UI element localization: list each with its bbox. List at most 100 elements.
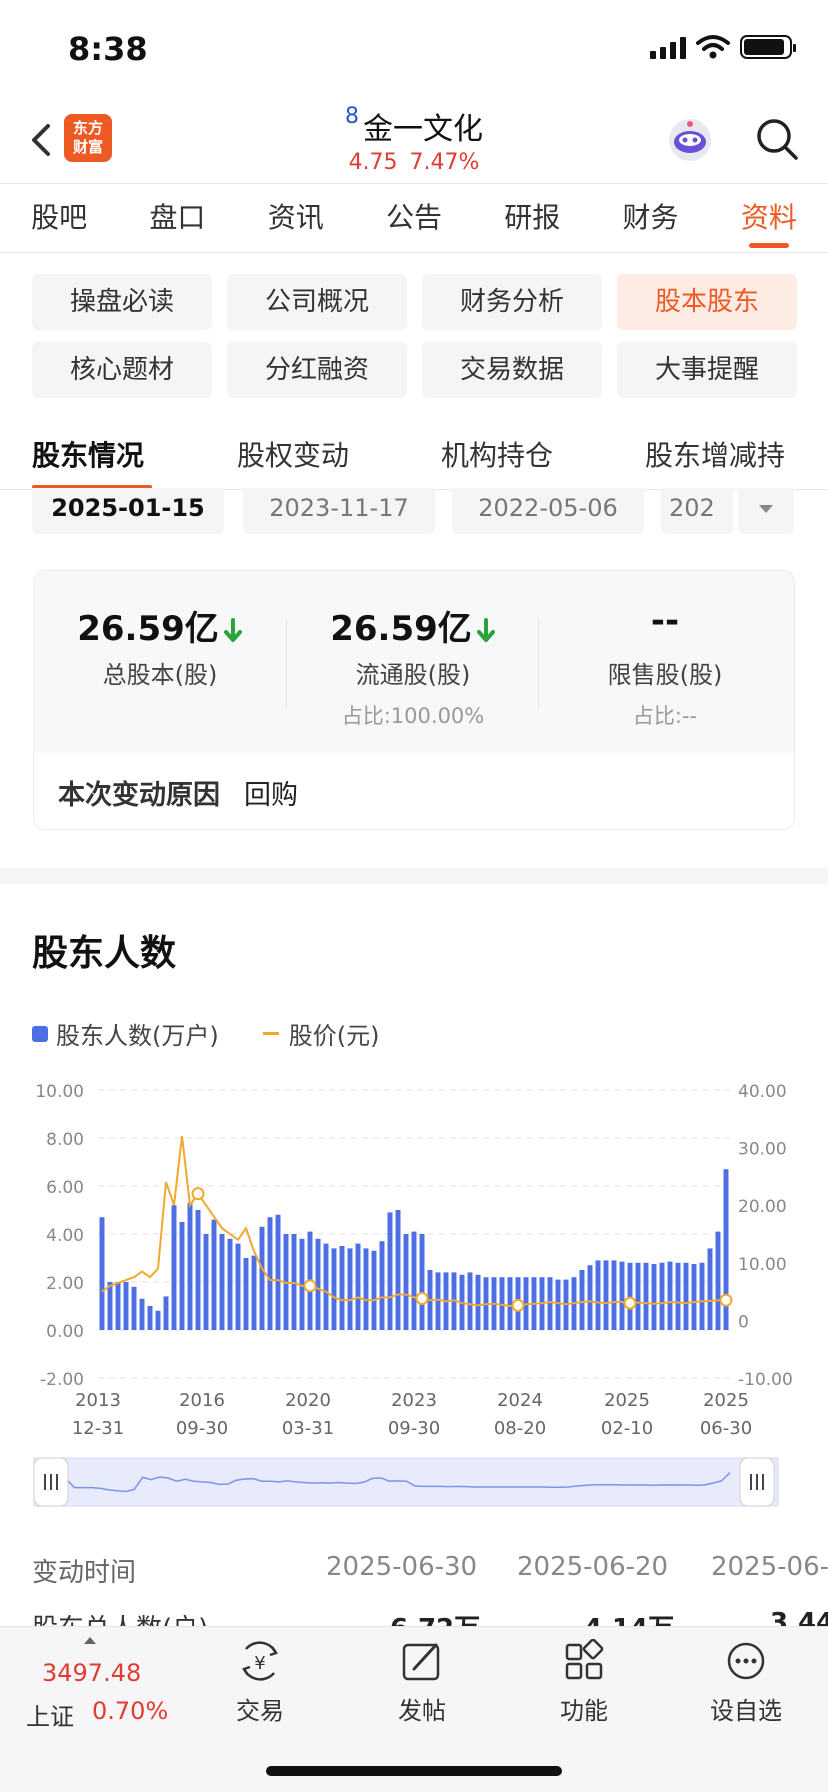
section-divider — [0, 868, 828, 884]
date-chip[interactable]: 202 — [661, 488, 733, 534]
tab-guba[interactable]: 股吧 — [0, 185, 118, 252]
sub-major-events[interactable]: 大事提醒 — [617, 342, 797, 398]
tab-news[interactable]: 资讯 — [237, 185, 355, 252]
nav-add-watchlist[interactable]: 设自选 — [691, 1639, 801, 1726]
share-capital-card: 26.59亿 总股本(股) 26.59亿 流通股(股) 占比:100.00% -… — [33, 570, 795, 830]
tab-equity-change[interactable]: 股权变动 — [237, 434, 349, 474]
robot-assistant-icon[interactable] — [666, 116, 714, 164]
sub-share-capital-holders[interactable]: 股本股东 — [617, 274, 797, 330]
chart-bar — [331, 1248, 337, 1330]
chart-bar — [267, 1217, 273, 1330]
chart-bar — [179, 1222, 185, 1330]
sub-dividend-financing[interactable]: 分红融资 — [227, 342, 407, 398]
chart-bar — [251, 1255, 257, 1330]
x-axis-tick: 2023 — [391, 1390, 437, 1411]
date-chip[interactable]: 2022-05-06 — [452, 488, 644, 534]
left-axis-tick: 2.00 — [46, 1274, 84, 1294]
chart-bar — [707, 1248, 713, 1330]
tab-institution-holdings[interactable]: 机构持仓 — [441, 434, 553, 474]
chart-bar — [619, 1261, 625, 1330]
table-row: 变动时间 2025-06-30 2025-06-20 2025-06- — [0, 1552, 828, 1602]
chart-bar — [507, 1277, 513, 1330]
change-reason: 本次变动原因 回购 — [58, 773, 298, 812]
sub-core-themes[interactable]: 核心题材 — [32, 342, 212, 398]
profile-subsections: 操盘必读 公司概况 财务分析 股本股东 核心题材 分红融资 交易数据 大事提醒 — [32, 274, 797, 398]
chart-bar — [379, 1241, 385, 1330]
right-axis-tick: 0 — [738, 1312, 749, 1332]
nav-functions[interactable]: 功能 — [529, 1639, 639, 1726]
nav-label: 交易 — [236, 1697, 284, 1725]
date-dropdown-button[interactable] — [738, 488, 794, 534]
chart-bar — [659, 1262, 665, 1330]
sub-trading-must-read[interactable]: 操盘必读 — [32, 274, 212, 330]
chart-bar — [403, 1234, 409, 1330]
chart-bar — [387, 1212, 393, 1330]
more-icon — [727, 1642, 765, 1680]
change-reason-value: 回购 — [244, 780, 298, 811]
price-point — [303, 1279, 317, 1293]
battery-icon — [740, 35, 796, 59]
price-point — [191, 1187, 205, 1201]
left-axis-tick: -2.00 — [40, 1370, 84, 1390]
chart-bar — [595, 1260, 601, 1330]
sub-trading-data[interactable]: 交易数据 — [422, 342, 602, 398]
chart-bar — [675, 1262, 681, 1330]
tab-holder-changes[interactable]: 股东增减持 — [645, 434, 785, 474]
date-chip[interactable]: 2023-11-17 — [243, 488, 435, 534]
nav-label: 发帖 — [398, 1697, 446, 1725]
trade-icon: ¥ — [242, 1641, 278, 1681]
section-title: 股东人数 — [32, 933, 177, 974]
tab-research[interactable]: 研报 — [473, 185, 591, 252]
chart-bar — [555, 1279, 561, 1330]
chart-bar — [131, 1286, 137, 1330]
price-point — [415, 1292, 429, 1306]
stock-change-pct: 7.47% — [409, 150, 480, 175]
x-axis-tick: 2016 — [179, 1390, 225, 1411]
chart-bar — [235, 1243, 241, 1330]
chart-bar — [187, 1202, 193, 1330]
cellular-signal-icon — [650, 35, 686, 59]
tab-profile[interactable]: 资料 — [710, 185, 828, 252]
right-axis-tick: -10.00 — [738, 1370, 793, 1390]
nav-post[interactable]: 发帖 — [367, 1639, 477, 1726]
chart-bar — [107, 1282, 113, 1330]
chart-bar — [163, 1296, 169, 1330]
nav-trade[interactable]: ¥ 交易 — [205, 1639, 315, 1726]
chart-bar — [419, 1234, 425, 1330]
chart-bar — [115, 1282, 121, 1330]
float-shares-ratio: 占比:100.00% — [341, 704, 485, 728]
tab-holder-status[interactable]: 股东情况 — [32, 434, 144, 474]
sub-company-overview[interactable]: 公司概况 — [227, 274, 407, 330]
chart-bar — [579, 1270, 585, 1330]
wifi-icon — [696, 35, 730, 59]
x-axis-tick: 08-20 — [494, 1418, 546, 1436]
legend-bar-swatch — [32, 1025, 48, 1042]
tab-finance[interactable]: 财务 — [591, 185, 709, 252]
shareholder-chart[interactable]: 10.00 8.00 6.00 4.00 2.00 0.00 -2.00 40.00 30.00… — [0, 1066, 828, 1436]
index-value: 3497.48 — [42, 1659, 142, 1687]
chart-bar — [635, 1262, 641, 1330]
chart-range-navigator[interactable] — [0, 1454, 828, 1510]
legend-line-label[interactable]: 股价(元) — [289, 1016, 380, 1051]
date-chip[interactable]: 2025-01-15 — [32, 488, 224, 534]
grid-icon — [565, 1639, 604, 1680]
chart-bar — [587, 1265, 593, 1330]
chart-bar — [715, 1231, 721, 1330]
chart-bar — [243, 1258, 249, 1330]
tab-announcements[interactable]: 公告 — [355, 185, 473, 252]
sub-financial-analysis[interactable]: 财务分析 — [422, 274, 602, 330]
tab-pankou[interactable]: 盘口 — [118, 185, 236, 252]
restricted-shares-ratio: 占比:-- — [632, 704, 698, 728]
x-axis-tick: 02-10 — [601, 1418, 653, 1436]
main-tabs: 股吧 盘口 资讯 公告 研报 财务 资料 — [0, 185, 828, 253]
right-axis-tick: 10.00 — [738, 1255, 787, 1275]
x-axis-tick: 2025 — [703, 1390, 749, 1411]
chart-bar — [275, 1214, 281, 1330]
price-point — [623, 1296, 637, 1310]
index-name: 上证 — [26, 1703, 74, 1731]
chart-bar — [99, 1217, 105, 1330]
legend-bars-label[interactable]: 股东人数(万户) — [56, 1016, 219, 1051]
change-reason-label: 本次变动原因 — [58, 780, 220, 811]
search-icon[interactable] — [754, 116, 800, 162]
chart-bar — [651, 1264, 657, 1330]
